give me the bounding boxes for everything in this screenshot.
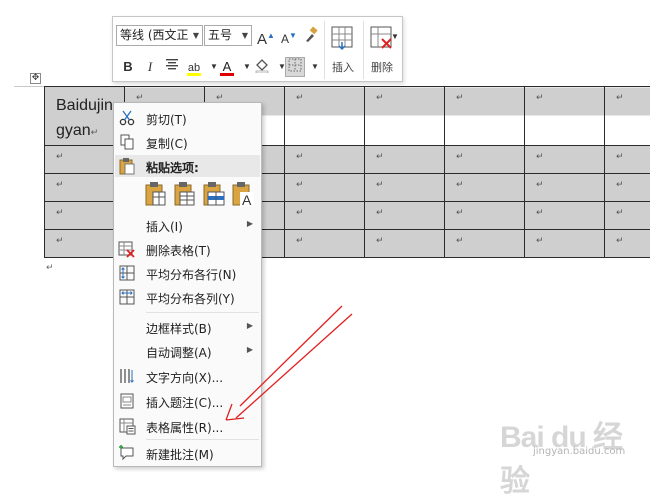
watermark-url: jingyan.baidu.com <box>533 446 625 457</box>
annotation-arrow <box>0 0 650 476</box>
